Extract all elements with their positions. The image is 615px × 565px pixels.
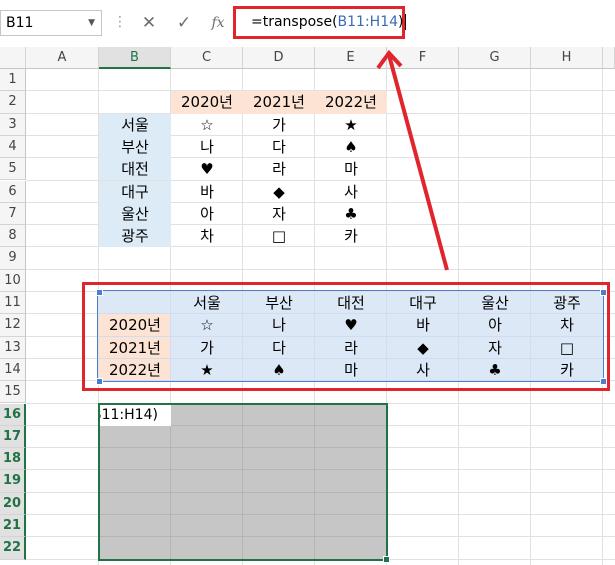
arrow-annotation (376, 49, 449, 271)
